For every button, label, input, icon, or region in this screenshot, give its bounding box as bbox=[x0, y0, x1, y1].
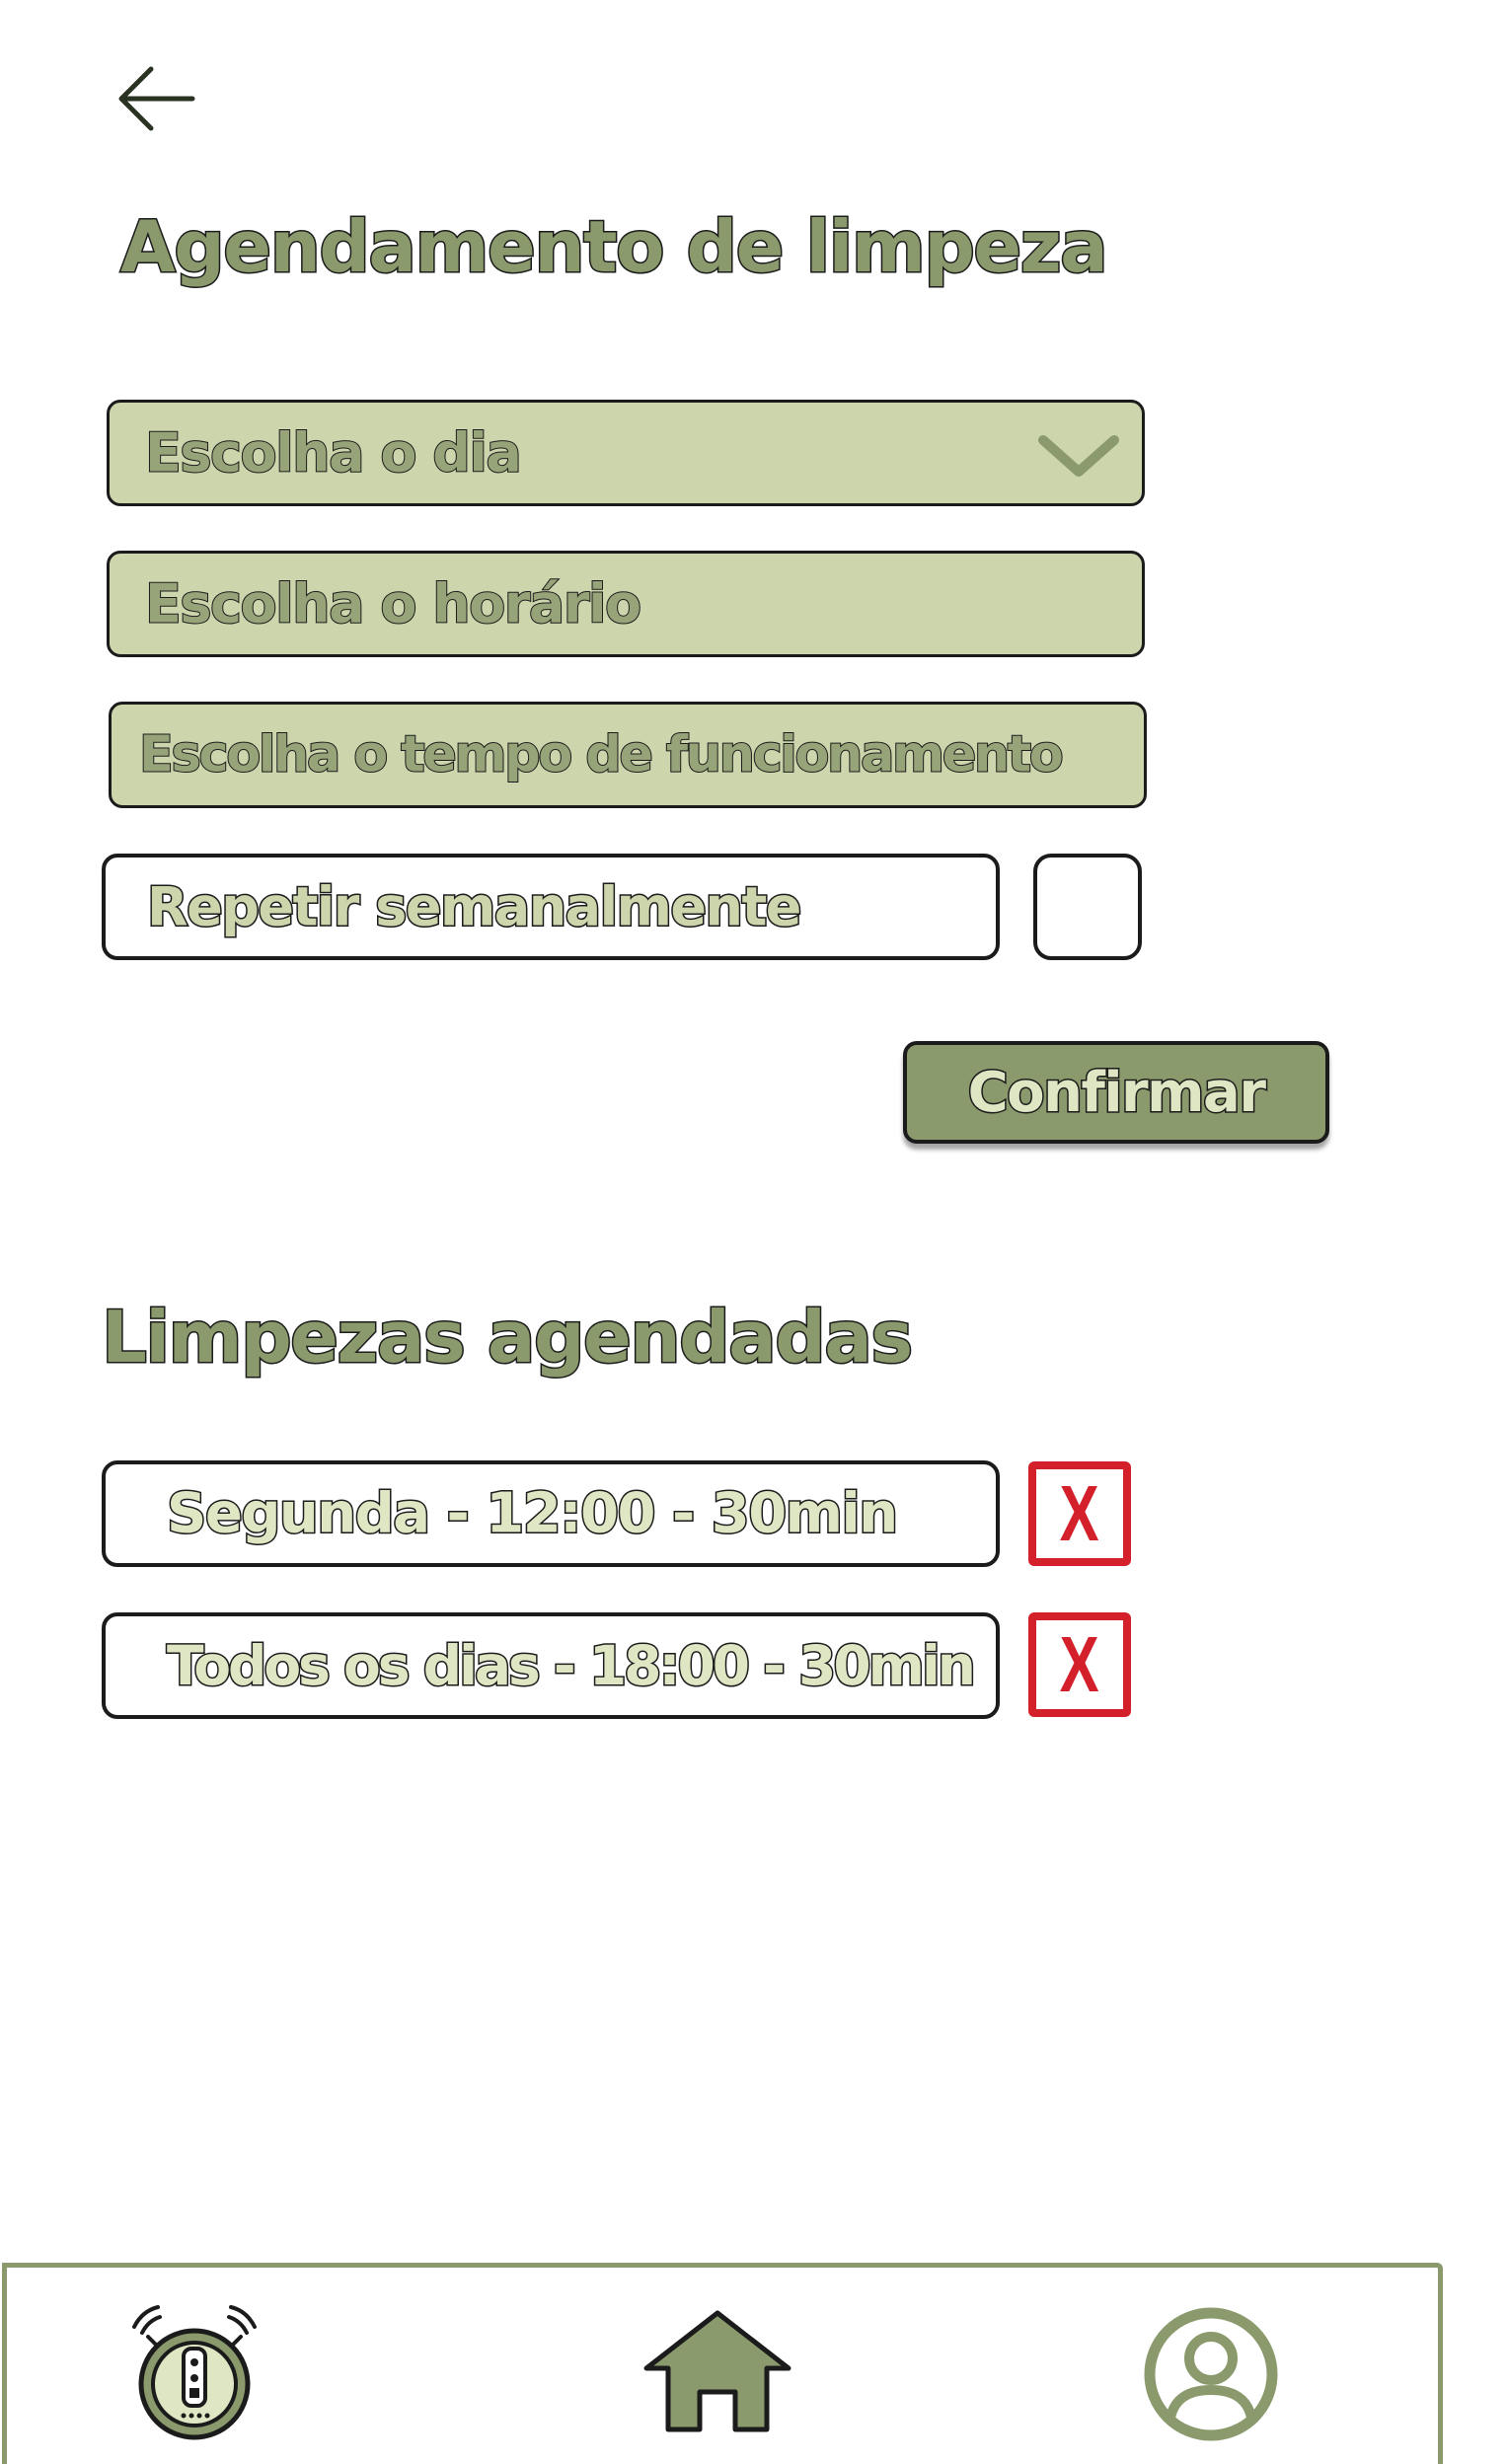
repeat-weekly-label: Repetir semanalmente bbox=[146, 874, 803, 939]
scheduled-item: Segunda - 12:00 - 30min bbox=[102, 1460, 1000, 1567]
arrow-left-icon bbox=[118, 66, 195, 131]
scheduled-item-label: Todos os dias - 18:00 - 30min bbox=[166, 1633, 978, 1699]
time-field[interactable]: Escolha o horário bbox=[107, 551, 1145, 657]
nav-robot-button[interactable] bbox=[120, 2297, 268, 2445]
chevron-down-icon bbox=[1038, 435, 1119, 477]
repeat-weekly-label-box: Repetir semanalmente bbox=[102, 854, 1000, 960]
nav-profile-button[interactable] bbox=[1137, 2307, 1285, 2455]
duration-field[interactable]: Escolha o tempo de funcionamento bbox=[109, 702, 1147, 808]
scheduled-section-title: Limpezas agendadas bbox=[101, 1295, 915, 1381]
duration-field-placeholder: Escolha o tempo de funcionamento bbox=[138, 725, 1065, 785]
bottom-navigation bbox=[2, 2263, 1443, 2464]
nav-home-button[interactable] bbox=[639, 2307, 796, 2435]
home-icon bbox=[643, 2310, 791, 2432]
delete-schedule-button[interactable]: X bbox=[1028, 1612, 1131, 1717]
confirm-button[interactable]: Confirmar bbox=[903, 1041, 1329, 1144]
confirm-button-label: Confirmar bbox=[966, 1059, 1267, 1126]
scheduled-item: Todos os dias - 18:00 - 30min bbox=[102, 1612, 1000, 1719]
back-button[interactable] bbox=[113, 59, 202, 138]
day-select-placeholder: Escolha o dia bbox=[144, 421, 523, 485]
repeat-weekly-checkbox[interactable] bbox=[1033, 854, 1142, 960]
delete-schedule-button[interactable]: X bbox=[1028, 1461, 1131, 1566]
robot-vacuum-icon bbox=[132, 2305, 257, 2440]
scheduled-item-label: Segunda - 12:00 - 30min bbox=[166, 1480, 900, 1547]
day-select[interactable]: Escolha o dia bbox=[107, 400, 1145, 506]
time-field-placeholder: Escolha o horário bbox=[144, 572, 642, 636]
page-title: Agendamento de limpeza bbox=[118, 204, 1109, 290]
close-icon: X bbox=[1059, 1620, 1100, 1708]
user-profile-icon bbox=[1144, 2307, 1278, 2441]
close-icon: X bbox=[1059, 1469, 1100, 1557]
